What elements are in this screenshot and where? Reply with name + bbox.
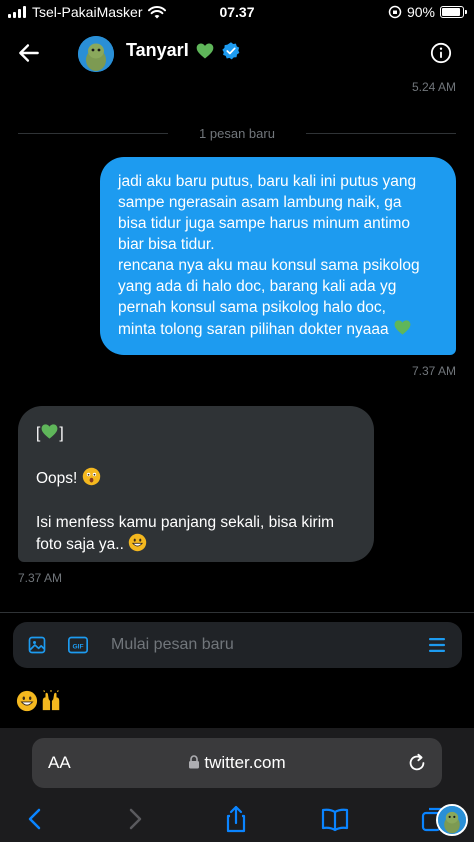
battery-percent: 90% [406, 4, 435, 20]
divider [0, 612, 474, 613]
reload-icon[interactable] [406, 752, 428, 774]
share-icon[interactable] [221, 804, 251, 834]
message-line: yang ada di halo doc, barang kali ada yg [118, 278, 397, 295]
new-messages-divider: 1 pesan baru [18, 124, 456, 144]
svg-text:GIF: GIF [72, 643, 83, 650]
sent-message-bubble[interactable]: jadi aku baru putus, baru kali ini putus… [100, 157, 456, 355]
message-line: Isi menfess kamu panjang sekali, bisa ki… [36, 514, 335, 531]
browser-toolbar: AA twitter.com [0, 728, 474, 842]
lock-icon [189, 755, 200, 769]
message-timestamp: 5.24 AM [411, 80, 456, 94]
orientation-lock-icon [388, 5, 402, 19]
green-heart-icon [394, 320, 411, 335]
image-icon[interactable] [27, 635, 47, 655]
message-line: foto saja ya.. [36, 536, 124, 553]
back-icon[interactable] [20, 804, 50, 834]
message-composer: GIF [13, 622, 462, 668]
avatar[interactable] [78, 36, 114, 72]
green-heart-icon [41, 424, 58, 439]
verified-badge-icon [222, 41, 240, 59]
forward-icon[interactable] [120, 804, 150, 834]
message-input[interactable] [111, 632, 411, 658]
address-bar[interactable]: AA twitter.com [32, 738, 442, 788]
message-line: rencana nya aku mau konsul sama psikolog [118, 257, 420, 274]
message-line: jadi aku baru putus, baru kali ini putus… [118, 173, 417, 190]
battery-icon [440, 6, 467, 18]
message-line: biar bisa tidur. [118, 236, 215, 253]
message-line: Oops! [36, 470, 78, 487]
message-timestamp: 7.37 AM [411, 364, 456, 378]
gif-icon[interactable]: GIF [67, 635, 89, 655]
grinning-face-icon[interactable] [16, 690, 38, 712]
message-timestamp: 7.37 AM [18, 571, 63, 585]
emoji-suggestions [16, 690, 62, 712]
status-bar: Tsel-PakaiMasker 07.37 90% [0, 0, 474, 26]
message-line: pernah konsul sama psikolog halo doc, [118, 299, 386, 316]
astonished-face-icon [82, 467, 100, 486]
avatar[interactable] [436, 804, 468, 836]
grinning-face-icon [128, 533, 147, 552]
conversation-title[interactable]: TanyarI [126, 40, 189, 61]
raising-hands-icon[interactable] [40, 690, 62, 712]
new-messages-label: 1 pesan baru [189, 126, 285, 141]
conversation-header: TanyarI [0, 26, 474, 80]
bracket-close: ] [59, 425, 64, 442]
message-line: sampe ngerasain asam lambung naik, ga [118, 194, 402, 211]
info-icon[interactable] [430, 42, 452, 64]
green-heart-icon [196, 43, 214, 58]
back-arrow-icon[interactable] [16, 40, 42, 66]
message-line: bisa tidur juga sampe harus minum antimo [118, 215, 411, 232]
bookmarks-icon[interactable] [320, 804, 350, 834]
menu-icon[interactable] [428, 636, 446, 654]
message-line: minta tolong saran pilihan dokter nyaaa [118, 321, 389, 338]
received-message-bubble[interactable]: [] Oops! Isi menfess kamu panjang sekali… [18, 406, 374, 562]
url-text[interactable]: twitter.com [204, 753, 285, 772]
